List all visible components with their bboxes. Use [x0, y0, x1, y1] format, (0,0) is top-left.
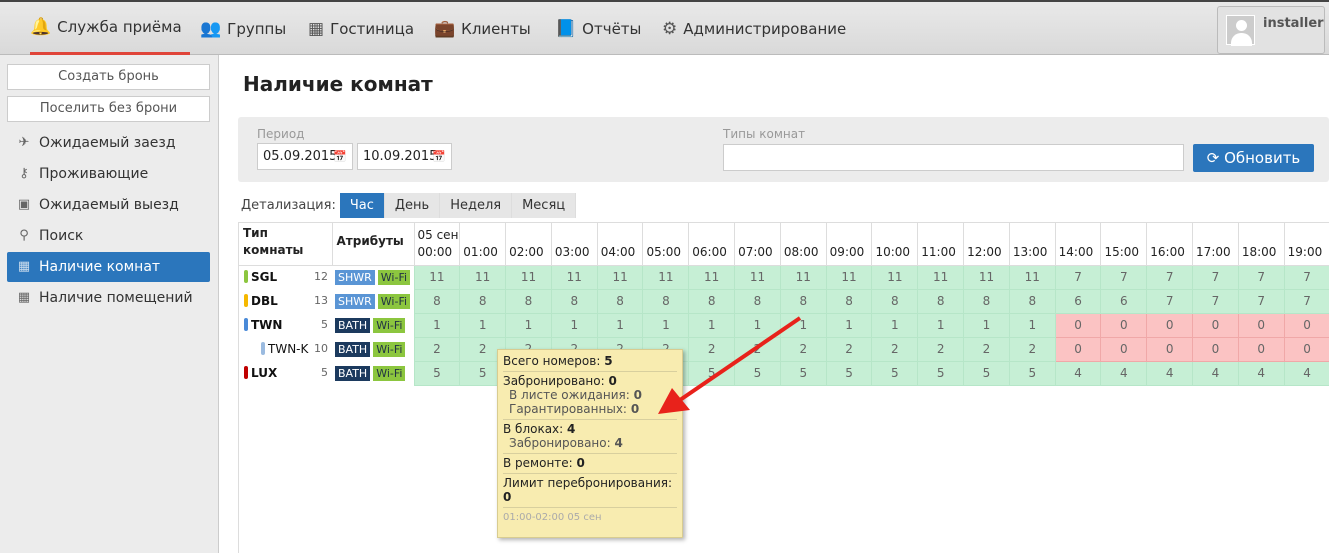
annotation-arrow — [658, 316, 802, 414]
